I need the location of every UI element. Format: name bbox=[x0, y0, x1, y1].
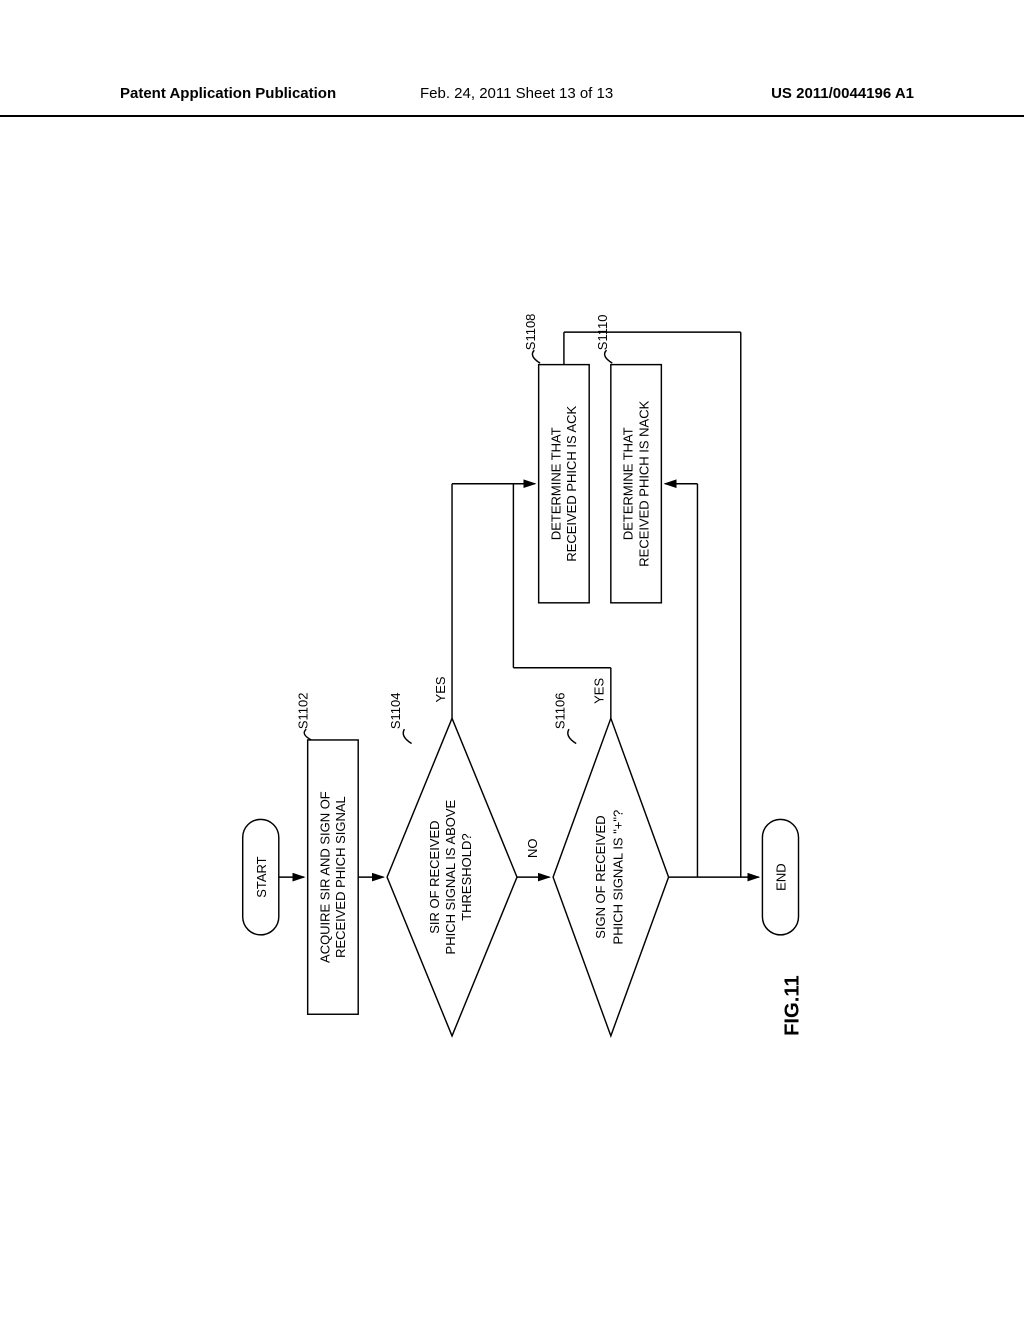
header-right-text: US 2011/0044196 A1 bbox=[771, 85, 914, 102]
flowchart-diagram: START ACQUIRE SIR AND SIGN OF RECEIVED P… bbox=[0, 278, 1024, 1072]
s1104-line2: PHICH SIGNAL IS ABOVE bbox=[443, 799, 458, 954]
s1110-line1: DETERMINE THAT bbox=[620, 427, 635, 540]
s1108-ref: S1108 bbox=[523, 314, 538, 351]
s1106-yes-label: YES bbox=[592, 678, 607, 704]
s1106-ref-connector bbox=[568, 729, 576, 743]
s1110-line2: RECEIVED PHICH IS NACK bbox=[636, 400, 651, 566]
s1108-line1: DETERMINE THAT bbox=[548, 427, 563, 540]
figure-label: FIG.11 bbox=[782, 975, 804, 1036]
s1104-yes-label: YES bbox=[433, 676, 448, 702]
s1106-ref: S1106 bbox=[553, 693, 568, 730]
flowchart-svg: START ACQUIRE SIR AND SIGN OF RECEIVED P… bbox=[0, 278, 1024, 1072]
s1104-ref: S1104 bbox=[388, 693, 403, 730]
start-label: START bbox=[254, 856, 269, 897]
s1104-ref-connector bbox=[403, 729, 411, 743]
s1102-line2: RECEIVED PHICH SIGNAL bbox=[333, 796, 348, 958]
s1108-line2: RECEIVED PHICH IS ACK bbox=[564, 405, 579, 561]
s1104-no-label: NO bbox=[525, 838, 540, 857]
s1102-line1: ACQUIRE SIR AND SIGN OF bbox=[317, 791, 332, 963]
s1102-ref: S1102 bbox=[296, 693, 311, 730]
s1104-line3: THRESHOLD? bbox=[459, 833, 474, 920]
page-header: Patent Application Publication Feb. 24, … bbox=[0, 85, 1024, 117]
header-center-text: Feb. 24, 2011 Sheet 13 of 13 bbox=[420, 85, 613, 102]
s1108-ref-connector bbox=[532, 350, 540, 363]
header-left-text: Patent Application Publication bbox=[120, 85, 336, 102]
s1110-ref-connector bbox=[605, 350, 613, 363]
end-label: END bbox=[774, 863, 789, 890]
s1104-line1: SIR OF RECEIVED bbox=[427, 820, 442, 933]
s1106-line2: PHICH SIGNAL IS "+"? bbox=[610, 810, 625, 945]
s1106-line1: SIGN OF RECEIVED bbox=[593, 815, 608, 938]
s1102-ref-connector bbox=[304, 729, 311, 740]
